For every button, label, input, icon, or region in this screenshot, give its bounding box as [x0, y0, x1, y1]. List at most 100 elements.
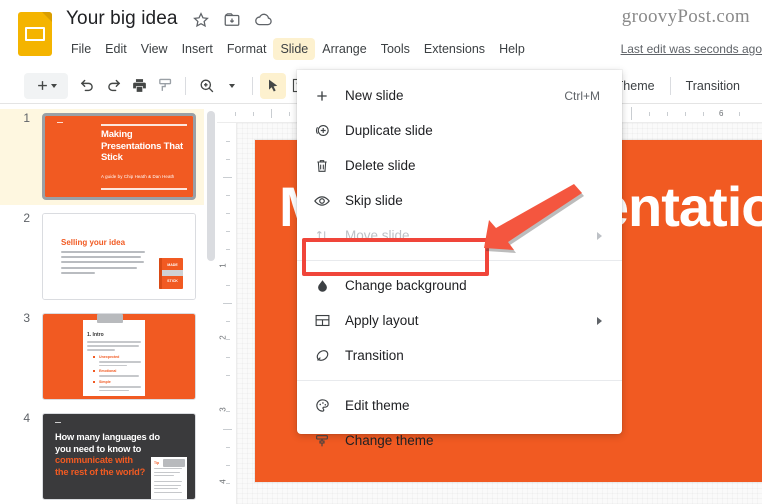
undo-button[interactable]	[74, 73, 100, 99]
menu-item-transition[interactable]: Transition	[297, 338, 622, 373]
thumb-title-line1: How many languages do	[55, 432, 160, 442]
select-tool-button[interactable]	[260, 72, 286, 99]
annotation-arrow-icon	[484, 184, 584, 253]
droplet-icon	[311, 275, 333, 297]
decor-rule	[101, 124, 187, 126]
thumb-card: 1. Intro Unexpected Emotional Simple	[83, 320, 145, 396]
paint-roller-icon	[311, 430, 333, 452]
thumb-title-line3: communicate with	[55, 455, 133, 465]
menu-tools[interactable]: Tools	[374, 38, 417, 60]
menu-item-delete-slide[interactable]: Delete slide	[297, 148, 622, 183]
slide-number: 1	[23, 111, 30, 125]
menu-format[interactable]: Format	[220, 38, 274, 60]
caret-down-icon[interactable]	[229, 83, 235, 88]
app-header: Your big idea File Edit View Insert Form…	[0, 0, 762, 68]
book-title-top: MADE	[167, 263, 178, 267]
thumb-title-line2: you need to know to	[55, 443, 142, 454]
slide-thumbnail[interactable]: Selling your idea MADE STICK	[42, 213, 196, 300]
thumb-body-lines	[61, 251, 145, 277]
plus-icon	[38, 81, 47, 90]
decor-rule	[101, 188, 187, 190]
thumb-title: Selling your idea	[61, 238, 126, 247]
plus-icon	[311, 85, 333, 107]
last-edit-status[interactable]: Last edit was seconds ago	[621, 42, 762, 56]
slide-number: 3	[23, 311, 30, 325]
slide-thumbnail[interactable]: How many languages do you need to know t…	[42, 413, 196, 500]
menu-view[interactable]: View	[134, 38, 175, 60]
watermark: groovyPost.com	[621, 6, 750, 27]
new-slide-button[interactable]	[24, 72, 68, 99]
transition-button[interactable]: Transition	[678, 75, 748, 97]
cursor-arrow-icon	[269, 79, 278, 91]
zoom-in-icon	[200, 79, 213, 93]
menu-extensions[interactable]: Extensions	[417, 38, 492, 60]
filmstrip-slide-2[interactable]: 2 Selling your idea MADE STICK	[0, 209, 204, 305]
menu-arrange[interactable]: Arrange	[315, 38, 373, 60]
menu-item-duplicate-slide[interactable]: Duplicate slide	[297, 113, 622, 148]
menu-slide[interactable]: Slide	[273, 38, 316, 60]
scrollbar-thumb[interactable]	[207, 111, 215, 261]
menu-file[interactable]: File	[64, 38, 98, 60]
redo-icon	[107, 79, 120, 92]
slide-thumbnail[interactable]: Making Presentations That Stick A guide …	[42, 113, 196, 200]
eye-icon	[311, 190, 333, 212]
title-action-icons	[192, 11, 272, 29]
slide-number: 4	[23, 411, 30, 425]
menu-edit[interactable]: Edit	[98, 38, 134, 60]
menu-item-apply-layout[interactable]: Apply layout	[297, 303, 622, 338]
transition-icon	[311, 345, 333, 367]
printer-icon	[132, 79, 146, 92]
menu-item-label: Change background	[345, 278, 467, 293]
menu-insert[interactable]: Insert	[175, 38, 220, 60]
cloud-saved-icon[interactable]	[254, 11, 272, 29]
chevron-right-icon	[597, 316, 602, 325]
menu-item-label: Duplicate slide	[345, 123, 433, 138]
paint-format-button[interactable]	[152, 73, 178, 99]
print-button[interactable]	[126, 73, 152, 99]
menu-item-new-slide[interactable]: New slide Ctrl+M	[297, 78, 622, 113]
menu-item-edit-theme[interactable]: Edit theme	[297, 388, 622, 423]
card-heading: Tip	[154, 461, 160, 465]
hruler-label-6: 6	[719, 109, 724, 118]
star-icon[interactable]	[192, 11, 210, 29]
chevron-right-icon	[597, 231, 602, 240]
menu-item-label: New slide	[345, 88, 404, 103]
undo-icon	[80, 79, 93, 92]
book-title-bottom: STICK	[167, 279, 178, 283]
redo-button[interactable]	[100, 73, 126, 99]
decor-tick	[55, 422, 61, 424]
thumb-title: Making Presentations That Stick	[101, 129, 183, 163]
move-to-folder-icon[interactable]	[223, 11, 241, 29]
zoom-dropdown-button[interactable]	[219, 73, 245, 99]
caret-down-icon[interactable]	[51, 83, 57, 88]
menu-item-change-theme[interactable]: Change theme	[297, 423, 622, 458]
duplicate-icon	[311, 120, 333, 142]
zoom-button[interactable]	[193, 73, 219, 99]
bullet-label: Unexpected	[99, 355, 120, 359]
google-slides-window: Your big idea File Edit View Insert Form…	[0, 0, 762, 504]
menu-divider	[297, 260, 622, 261]
menu-divider	[297, 380, 622, 381]
thumb-heading: 1. Intro	[87, 332, 104, 338]
decor-clip-image	[97, 314, 123, 323]
vruler-label-3: 3	[218, 407, 228, 412]
menu-item-label: Delete slide	[345, 158, 416, 173]
filmstrip-slide-3[interactable]: 3 1. Intro Unexpected Emotional Simple	[0, 309, 204, 405]
filmstrip-scrollbar[interactable]	[205, 105, 217, 504]
vruler-label-1: 1	[218, 263, 228, 268]
vruler-label-4: 4	[218, 479, 228, 484]
document-title[interactable]: Your big idea	[66, 8, 178, 30]
palette-icon	[311, 395, 333, 417]
menu-item-change-background[interactable]: Change background	[297, 268, 622, 303]
menu-bar: File Edit View Insert Format Slide Arran…	[64, 38, 532, 60]
menu-help[interactable]: Help	[492, 38, 532, 60]
slide-thumbnail[interactable]: 1. Intro Unexpected Emotional Simple	[42, 313, 196, 400]
menu-item-label: Skip slide	[345, 193, 403, 208]
bullet-label: Emotional	[99, 369, 117, 373]
slide-filmstrip[interactable]: 1 Making Presentations That Stick A guid…	[0, 105, 204, 504]
vertical-ruler[interactable]: 1 2 3 4	[217, 123, 237, 504]
filmstrip-slide-4[interactable]: 4 How many languages do you need to know…	[0, 409, 204, 504]
decor-clip-image	[163, 459, 185, 467]
slide-number: 2	[23, 211, 30, 225]
filmstrip-slide-1[interactable]: 1 Making Presentations That Stick A guid…	[0, 109, 204, 205]
